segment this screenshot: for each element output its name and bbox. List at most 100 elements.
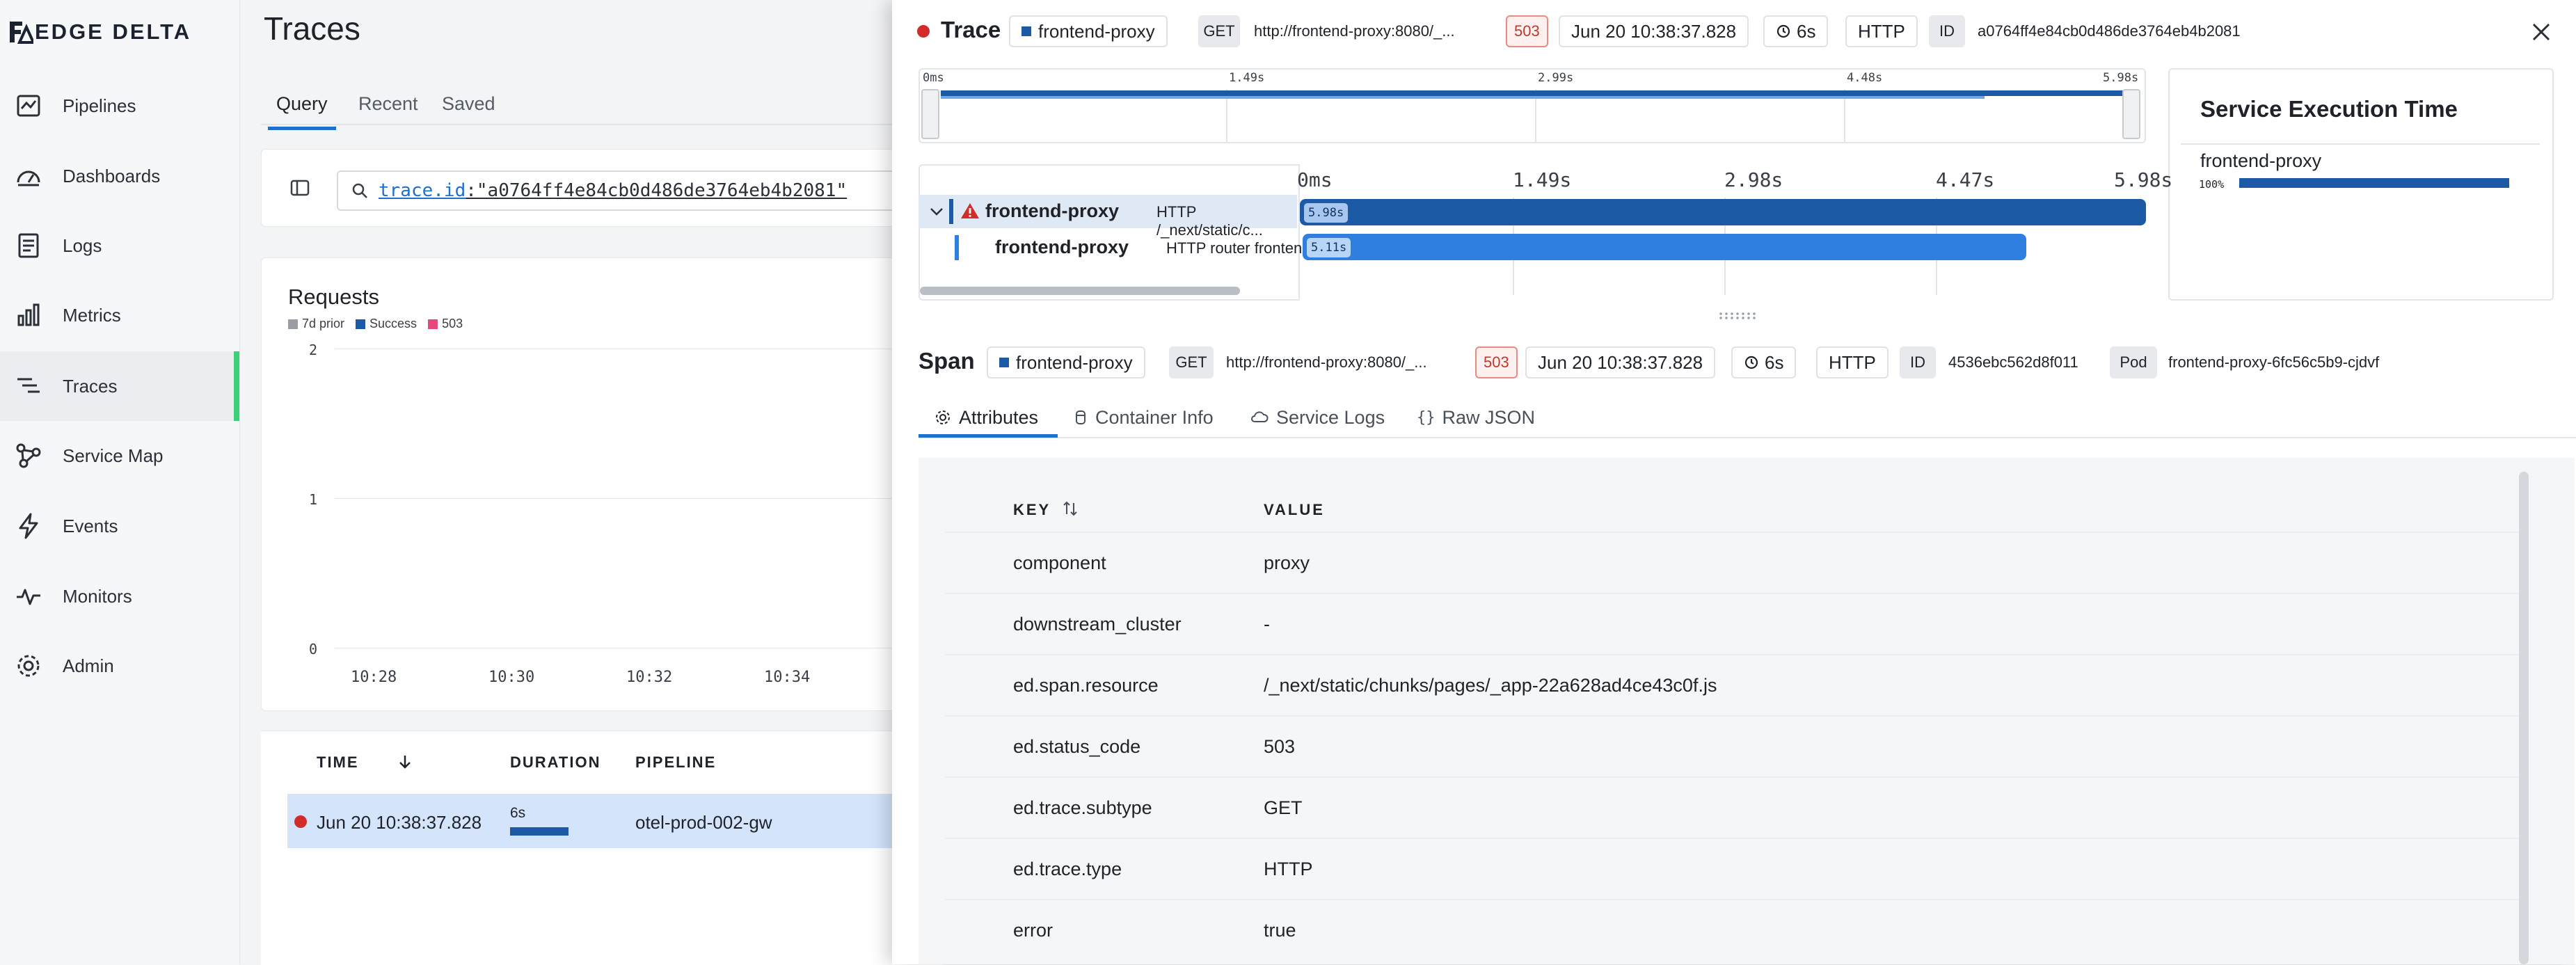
span-duration-bar[interactable]: 5.98s bbox=[1300, 199, 2146, 225]
attribute-row[interactable]: ed.trace.subtype GET bbox=[945, 776, 2525, 838]
monitors-icon bbox=[17, 589, 40, 605]
tab-label: Container Info bbox=[1095, 406, 1214, 428]
trace-id-value[interactable]: a0764ff4e84cb0d486de3764eb4b2081 bbox=[1978, 22, 2241, 40]
minimap-tick: 4.48s bbox=[1847, 71, 1883, 85]
span-pod-value[interactable]: frontend-proxy-6fc56c5b9-cjdvf bbox=[2168, 353, 2379, 372]
warning-icon bbox=[961, 203, 979, 218]
tab-raw-json[interactable]: {} Raw JSON bbox=[1417, 404, 1535, 431]
col-header-pipeline[interactable]: PIPELINE bbox=[635, 753, 716, 772]
col-header-duration[interactable]: DURATION bbox=[510, 753, 601, 772]
table-row[interactable]: Jun 20 10:38:37.828 6s otel-prod-002-gw bbox=[287, 794, 943, 848]
span-status-badge: 503 bbox=[1475, 346, 1518, 378]
y-tick-label: 2 bbox=[309, 342, 318, 358]
horizontal-scrollbar[interactable] bbox=[920, 287, 1240, 295]
page-title: Traces bbox=[264, 10, 360, 47]
chip-text: frontend-proxy bbox=[1038, 20, 1155, 42]
attribute-row[interactable]: ed.status_code 503 bbox=[945, 715, 2525, 776]
tab-query[interactable]: Query bbox=[268, 93, 335, 130]
attribute-row[interactable]: component proxy bbox=[945, 532, 2525, 593]
nav-item-events[interactable]: Events bbox=[0, 491, 239, 561]
chip-text: 6s bbox=[1797, 20, 1816, 42]
nav-item-traces[interactable]: Traces bbox=[0, 351, 239, 421]
sidebar-toggle-icon[interactable] bbox=[289, 177, 310, 198]
attribute-row[interactable]: error true bbox=[945, 899, 2525, 960]
duration-bar bbox=[510, 827, 569, 836]
nav-label: Traces bbox=[63, 375, 118, 397]
nav-item-pipelines[interactable]: Pipelines bbox=[0, 71, 239, 141]
sort-icon[interactable] bbox=[1062, 500, 1079, 518]
attribute-value: 503 bbox=[1264, 736, 1296, 757]
minimap-tick: 5.98s bbox=[2103, 71, 2139, 85]
span-method-chip: GET bbox=[1169, 346, 1214, 378]
nav-item-admin[interactable]: Admin bbox=[0, 631, 239, 701]
legend-item-503[interactable]: 503 bbox=[428, 317, 463, 331]
tab-saved[interactable]: Saved bbox=[442, 93, 495, 115]
tab-recent[interactable]: Recent bbox=[358, 93, 418, 115]
status-error-dot bbox=[294, 815, 307, 828]
minimap-right-handle[interactable] bbox=[2122, 89, 2140, 139]
nav-label: Pipelines bbox=[63, 95, 136, 116]
attribute-row[interactable]: ed.trace.type HTTP bbox=[945, 838, 2525, 899]
search-input[interactable]: trace.id:"a0764ff4e84cb0d486de3764eb4b20… bbox=[337, 170, 945, 211]
nav-item-logs[interactable]: Logs bbox=[0, 211, 239, 280]
trace-service-chip[interactable]: frontend-proxy bbox=[1009, 15, 1168, 47]
trace-timestamp-chip[interactable]: Jun 20 10:38:37.828 bbox=[1559, 15, 1749, 47]
minimap-left-handle[interactable] bbox=[921, 89, 939, 139]
attribute-row[interactable]: downstream_cluster - bbox=[945, 593, 2525, 654]
span-operation: HTTP router fronten... bbox=[1166, 239, 1315, 257]
nav-label: Dashboards bbox=[63, 165, 161, 186]
tab-container-info[interactable]: Container Info bbox=[1073, 404, 1214, 431]
close-icon[interactable] bbox=[2527, 18, 2555, 46]
span-timestamp-chip[interactable]: Jun 20 10:38:37.828 bbox=[1525, 346, 1716, 378]
trace-url: http://frontend-proxy:8080/_... bbox=[1254, 22, 1455, 40]
nav-item-metrics[interactable]: Metrics bbox=[0, 280, 239, 350]
span-id-value[interactable]: 4536ebc562d8f011 bbox=[1948, 353, 2078, 372]
traces-page: Traces Query Recent Saved trace.id:"a076… bbox=[240, 0, 945, 965]
attribute-key: ed.status_code bbox=[1013, 736, 1141, 757]
col-header-value: VALUE bbox=[1264, 501, 1325, 518]
span-duration-chip[interactable]: 6s bbox=[1731, 346, 1797, 378]
brand-logo[interactable]: EDGE DELTA bbox=[8, 18, 191, 46]
sort-down-icon[interactable] bbox=[397, 753, 413, 770]
legend-item-success[interactable]: Success bbox=[356, 317, 417, 331]
span-protocol-chip: HTTP bbox=[1816, 346, 1889, 378]
span-duration-badge: 5.98s bbox=[1304, 203, 1349, 223]
nav-item-dashboards[interactable]: Dashboards bbox=[0, 141, 239, 211]
span-service-chip[interactable]: frontend-proxy bbox=[987, 346, 1145, 378]
metrics-icon bbox=[17, 303, 40, 326]
col-header-time[interactable]: TIME bbox=[317, 753, 359, 772]
tab-attributes[interactable]: Attributes bbox=[934, 404, 1038, 431]
attribute-key: ed.span.resource bbox=[1013, 675, 1159, 696]
tab-label: Attributes bbox=[959, 406, 1039, 428]
nav-label: Metrics bbox=[63, 304, 121, 326]
requests-chart: Requests 7d prior Success 503 2 1 0 10:2… bbox=[261, 257, 944, 711]
nav-label: Logs bbox=[63, 234, 102, 256]
nav-item-monitors[interactable]: Monitors bbox=[0, 561, 239, 631]
trace-duration-chip[interactable]: 6s bbox=[1763, 15, 1829, 47]
trace-heading: Trace bbox=[941, 17, 1001, 42]
span-duration-bar[interactable]: 5.11s bbox=[1303, 234, 2026, 260]
row-duration: 6s bbox=[510, 805, 526, 821]
resize-handle-icon[interactable] bbox=[1717, 312, 1758, 320]
legend-swatch bbox=[288, 319, 298, 329]
span-service-name[interactable]: frontend-proxy bbox=[995, 237, 1129, 258]
divider bbox=[2181, 143, 2540, 145]
col-header-key[interactable]: KEY bbox=[1013, 501, 1051, 519]
vertical-scrollbar[interactable] bbox=[2519, 472, 2529, 964]
span-url: http://frontend-proxy:8080/_... bbox=[1226, 353, 1427, 371]
attribute-key: component bbox=[1013, 552, 1106, 573]
chevron-down-icon[interactable] bbox=[928, 203, 945, 220]
tab-service-logs[interactable]: Service Logs bbox=[1250, 404, 1385, 431]
pipelines-icon bbox=[17, 95, 40, 117]
span-color-bar bbox=[955, 235, 959, 260]
waterfall-tick: 0ms bbox=[1297, 168, 1333, 191]
nav-item-service-map[interactable]: Service Map bbox=[0, 421, 239, 491]
traces-table: TIME DURATION PIPELINE Jun 20 10:38:37.8… bbox=[261, 731, 943, 965]
span-row[interactable]: frontend-proxy HTTP /_next/static/c... bbox=[919, 195, 1297, 239]
legend-item-7d-prior[interactable]: 7d prior bbox=[288, 317, 344, 331]
nav-label: Service Map bbox=[63, 445, 164, 466]
trace-minimap[interactable]: 0ms 1.49s 2.99s 4.48s 5.98s bbox=[919, 68, 2146, 143]
tab-label: Raw JSON bbox=[1442, 406, 1536, 428]
attribute-row[interactable]: ed.span.resource /_next/static/chunks/pag… bbox=[945, 654, 2525, 715]
admin-icon bbox=[17, 655, 40, 677]
